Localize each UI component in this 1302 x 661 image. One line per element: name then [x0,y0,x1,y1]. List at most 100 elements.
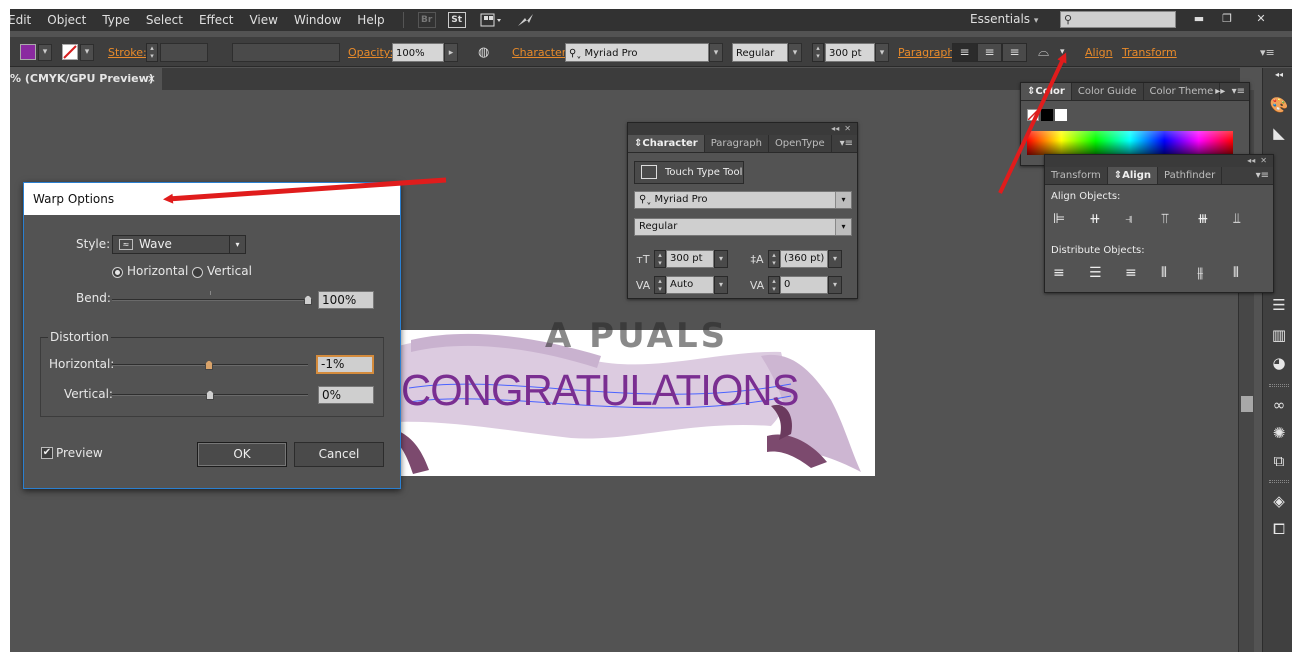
align-horizontal-center-icon[interactable]: ⧺ [1089,211,1125,227]
kerning-dropdown[interactable]: ▾ [714,276,728,294]
horizontal-radio[interactable] [112,267,123,278]
creative-cloud-libraries-icon[interactable]: ∞ [1269,396,1289,414]
stock-icon[interactable]: St [447,12,466,28]
distribute-horizontal-center-icon[interactable]: ⫵ [1197,265,1233,281]
tracking-dropdown[interactable]: ▾ [828,276,842,294]
leading-stepper[interactable]: ▴ ▾ [768,250,780,268]
align-left-edges-icon[interactable]: ⊫ [1053,211,1089,227]
font-size-field[interactable]: 300 pt [825,43,875,62]
scrollbar-thumb[interactable] [1241,396,1253,412]
font-size-field[interactable]: 300 pt [666,250,714,268]
tab-opentype[interactable]: OpenType [769,135,832,152]
menu-help[interactable]: Help [357,13,384,27]
menu-view[interactable]: View [249,13,277,27]
ok-button[interactable]: OK [197,442,287,467]
transform-link[interactable]: Transform [1122,43,1177,62]
font-size-stepper[interactable]: ▴ ▾ [812,43,824,62]
gradient-panel-icon[interactable]: ▥ [1269,326,1289,344]
opacity-field[interactable]: 100% [392,43,444,62]
font-size-dropdown[interactable]: ▾ [714,250,728,268]
artboards-panel-icon[interactable]: ⧠ [1269,520,1289,538]
distortion-vertical-field[interactable]: 0% [318,386,374,404]
stroke-color-swatch[interactable] [62,44,78,60]
warp-style-select[interactable]: ≈ Wave ▾ [112,235,246,254]
font-family-select[interactable]: ⚲ˬ Myriad Pro ▾ [634,191,852,209]
tab-character[interactable]: ⇕Character [628,135,705,152]
leading-field[interactable]: (360 pt) [780,250,828,268]
menu-object[interactable]: Object [47,13,86,27]
fill-dropdown[interactable]: ▾ [38,44,52,61]
align-bottom-edges-icon[interactable]: ⫫ [1233,211,1269,227]
tab-color-theme[interactable]: Color Theme [1144,83,1221,100]
tab-color[interactable]: ⇕Color [1021,83,1072,100]
workspace-switcher[interactable]: Essentials ▾ [970,12,1038,26]
font-family-dropdown[interactable]: ▾ [709,43,723,62]
panel-menu-icon[interactable]: ▸▸ ▾≡ [1215,83,1245,101]
opacity-flyout-button[interactable]: ▸ [444,43,458,62]
tab-pathfinder[interactable]: Pathfinder [1158,167,1223,184]
search-input[interactable]: ⚲ [1060,11,1176,28]
symbols-panel-icon[interactable]: ✺ [1269,424,1289,442]
fill-color-swatch[interactable] [20,44,36,60]
collapse-panels-icon[interactable]: ◂◂ [1269,70,1289,80]
touch-type-tool-button[interactable]: Touch Type Tool [634,161,744,184]
artwork-text[interactable]: CONGRATULATIONS [401,366,800,416]
menu-edit[interactable]: Edit [10,13,31,27]
layers-panel-icon[interactable]: ◈ [1269,492,1289,510]
bend-slider[interactable] [112,295,312,305]
warp-dropdown-icon[interactable]: ▾ [1060,43,1065,62]
cancel-button[interactable]: Cancel [294,442,384,467]
character-link[interactable]: Character: [512,43,570,62]
bend-slider-thumb[interactable] [304,295,312,305]
distribute-right-icon[interactable]: ⫴ [1233,265,1269,281]
close-window-button[interactable]: ✕ [1248,11,1274,26]
stroke-weight-stepper[interactable]: ▴ ▾ [146,43,158,62]
opacity-link[interactable]: Opacity: [348,43,393,62]
tab-color-guide[interactable]: Color Guide [1072,83,1144,100]
tracking-field[interactable]: 0 [780,276,828,294]
warp-text-icon[interactable]: ⌓ [1038,43,1049,62]
document-tab[interactable]: % (CMYK/GPU Preview) × [10,68,162,90]
tab-paragraph[interactable]: Paragraph [705,135,769,152]
menu-effect[interactable]: Effect [199,13,234,27]
align-center-icon[interactable]: ≡ [977,43,1002,62]
stroke-weight-field[interactable] [160,43,208,62]
align-right-icon[interactable]: ≡ [1002,43,1027,62]
vertical-radio[interactable] [192,267,203,278]
bend-field[interactable]: 100% [318,291,374,309]
align-vertical-center-icon[interactable]: ⧻ [1197,211,1233,227]
black-swatch[interactable] [1041,109,1053,121]
restore-button[interactable]: ❐ [1214,11,1240,26]
bridge-icon[interactable]: Br [417,12,436,28]
asset-export-icon[interactable]: ⧉ [1269,452,1289,470]
menu-select[interactable]: Select [146,13,183,27]
font-size-stepper[interactable]: ▴ ▾ [654,250,666,268]
stroke-dropdown[interactable]: ▾ [80,44,94,61]
stroke-panel-icon[interactable]: ☰ [1269,296,1289,314]
font-size-dropdown[interactable]: ▾ [875,43,889,62]
transparency-panel-icon[interactable]: ◕ [1269,354,1289,372]
color-spectrum[interactable] [1027,131,1233,155]
distortion-vertical-slider[interactable] [112,390,308,400]
gpu-performance-icon[interactable] [516,12,534,28]
kerning-field[interactable]: Auto [666,276,714,294]
align-top-edges-icon[interactable]: ⫪ [1161,211,1197,227]
paragraph-link[interactable]: Paragraph: [898,43,958,62]
tab-align[interactable]: ⇕Align [1107,167,1159,184]
color-guide-icon[interactable]: ◣ [1269,124,1289,142]
panel-header-controls[interactable]: ◂◂ ✕ [628,123,857,135]
color-palette-icon[interactable]: 🎨 [1269,96,1289,114]
variable-width-profile[interactable] [232,43,340,62]
menu-window[interactable]: Window [294,13,341,27]
close-tab-icon[interactable]: × [147,68,156,90]
distribute-bottom-icon[interactable]: ≡ [1125,265,1161,281]
white-swatch[interactable] [1055,109,1067,121]
kerning-stepper[interactable]: ▴ ▾ [654,276,666,294]
font-style-field[interactable]: Regular [732,43,788,62]
font-style-dropdown[interactable]: ▾ [788,43,802,62]
distribute-left-icon[interactable]: ⫴ [1161,265,1197,281]
font-style-select[interactable]: Regular ▾ [634,218,852,236]
preview-checkbox[interactable]: ✔ [41,447,53,459]
font-family-field[interactable]: ⚲ˬ Myriad Pro [565,43,709,62]
distribute-top-icon[interactable]: ≡ [1053,265,1089,281]
